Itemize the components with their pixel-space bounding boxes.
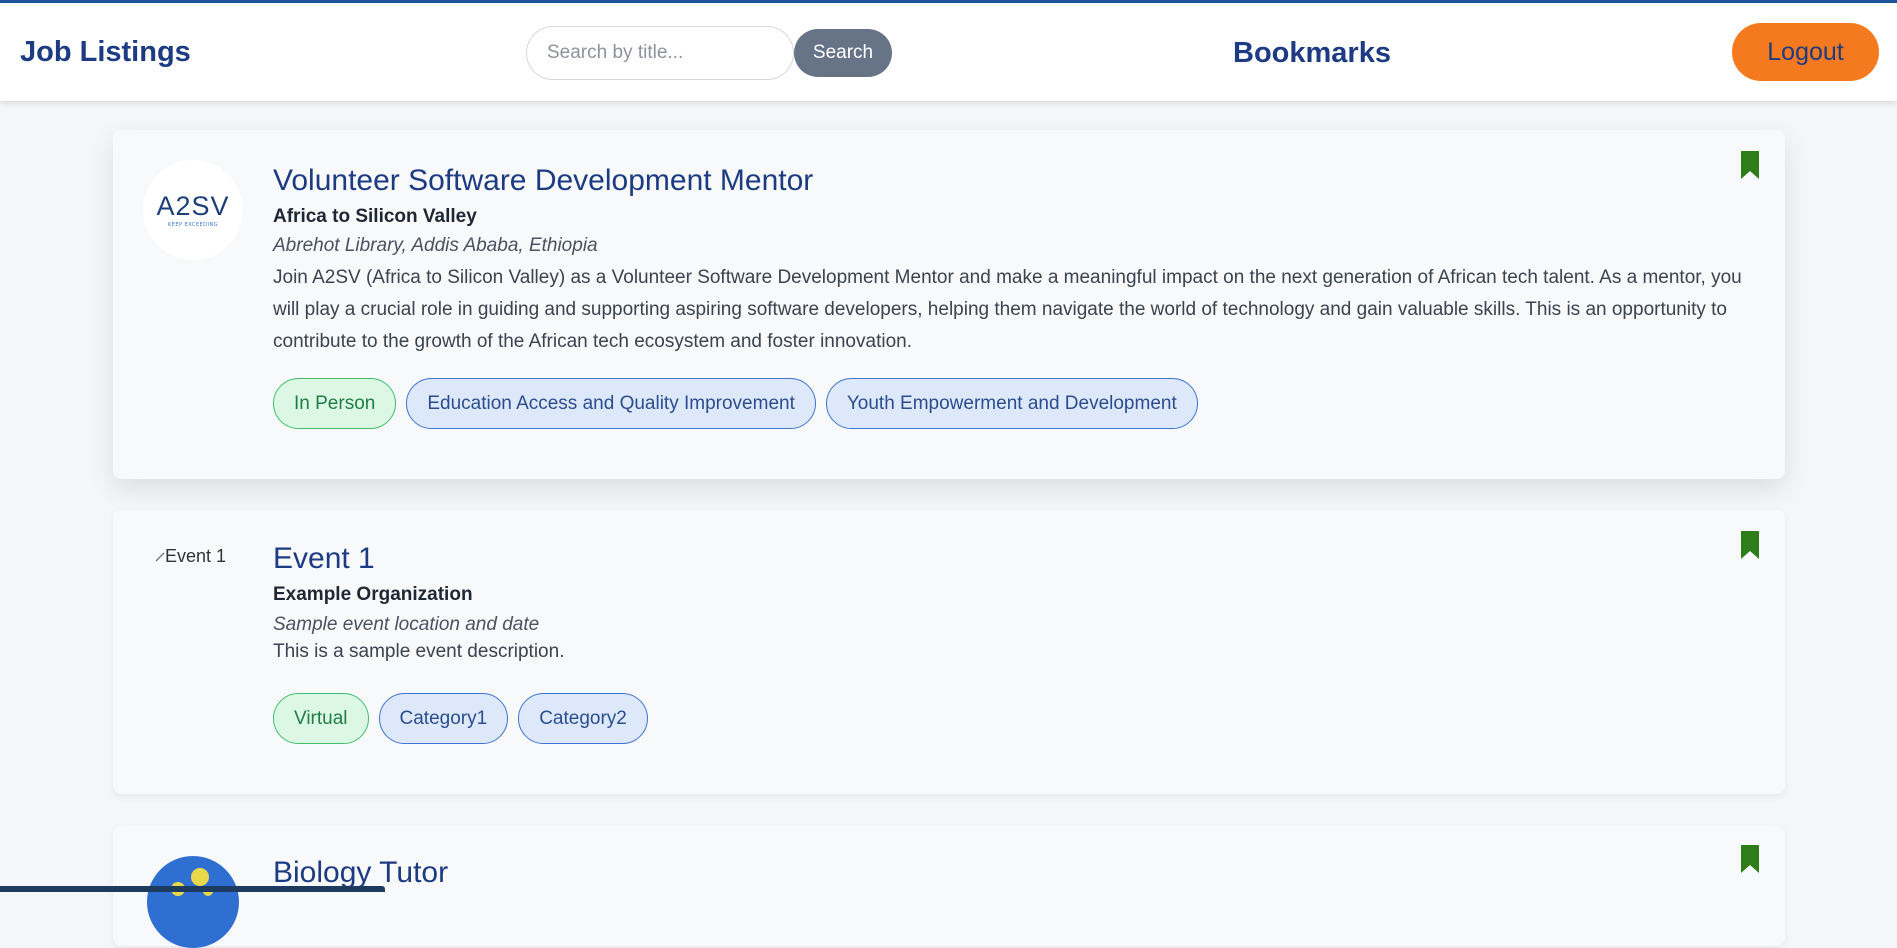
horizontal-scrollbar[interactable]	[0, 886, 385, 892]
listing-card[interactable]: Event 1 Event 1 Example Organization Sam…	[113, 510, 1785, 794]
bookmark-filled-icon[interactable]	[1741, 845, 1759, 873]
bookmark-filled-icon[interactable]	[1741, 531, 1759, 559]
broken-image-placeholder: Event 1	[155, 546, 226, 567]
listing-description: This is a sample event description.	[273, 641, 565, 662]
listing-title[interactable]: Event 1	[273, 542, 375, 576]
logout-button[interactable]: Logout	[1732, 23, 1879, 81]
bookmark-filled-icon[interactable]	[1741, 151, 1759, 179]
tag-category: Category1	[378, 693, 509, 744]
navbar: Job Listings Search Bookmarks Logout	[0, 3, 1897, 101]
listing-description: Join A2SV (Africa to Silicon Valley) as …	[273, 267, 1742, 352]
listing-card[interactable]: A2SV KEEP EXCEEDING Volunteer Software D…	[113, 130, 1785, 479]
organization-logo	[147, 856, 239, 948]
brand-title[interactable]: Job Listings	[20, 36, 191, 69]
tag-opportunity-type: In Person	[273, 378, 397, 429]
listing-organization: Africa to Silicon Valley	[273, 206, 477, 227]
bookmarks-link[interactable]: Bookmarks	[1233, 37, 1391, 70]
organization-logo: A2SV KEEP EXCEEDING	[143, 160, 243, 260]
listing-location: Sample event location and date	[273, 614, 540, 635]
tag-category: Education Access and Quality Improvement	[406, 378, 816, 429]
listing-tags: In Person Education Access and Quality I…	[273, 378, 1198, 429]
search-input[interactable]	[526, 26, 794, 80]
listing-tags: Virtual Category1 Category2	[273, 693, 648, 744]
broken-image-icon	[155, 552, 165, 562]
tag-opportunity-type: Virtual	[273, 693, 369, 744]
listing-title[interactable]: Biology Tutor	[273, 856, 448, 890]
tag-category: Youth Empowerment and Development	[825, 378, 1198, 429]
listing-organization: Example Organization	[273, 584, 473, 605]
logo-text: A2SV	[156, 190, 230, 221]
listing-title[interactable]: Volunteer Software Development Mentor	[273, 164, 813, 198]
logo-subtext: KEEP EXCEEDING	[167, 221, 219, 228]
tag-category: Category2	[518, 693, 648, 744]
listing-location: Abrehot Library, Addis Ababa, Ethiopia	[273, 235, 598, 256]
image-alt-text: Event 1	[165, 546, 227, 566]
search-button[interactable]: Search	[794, 29, 892, 77]
